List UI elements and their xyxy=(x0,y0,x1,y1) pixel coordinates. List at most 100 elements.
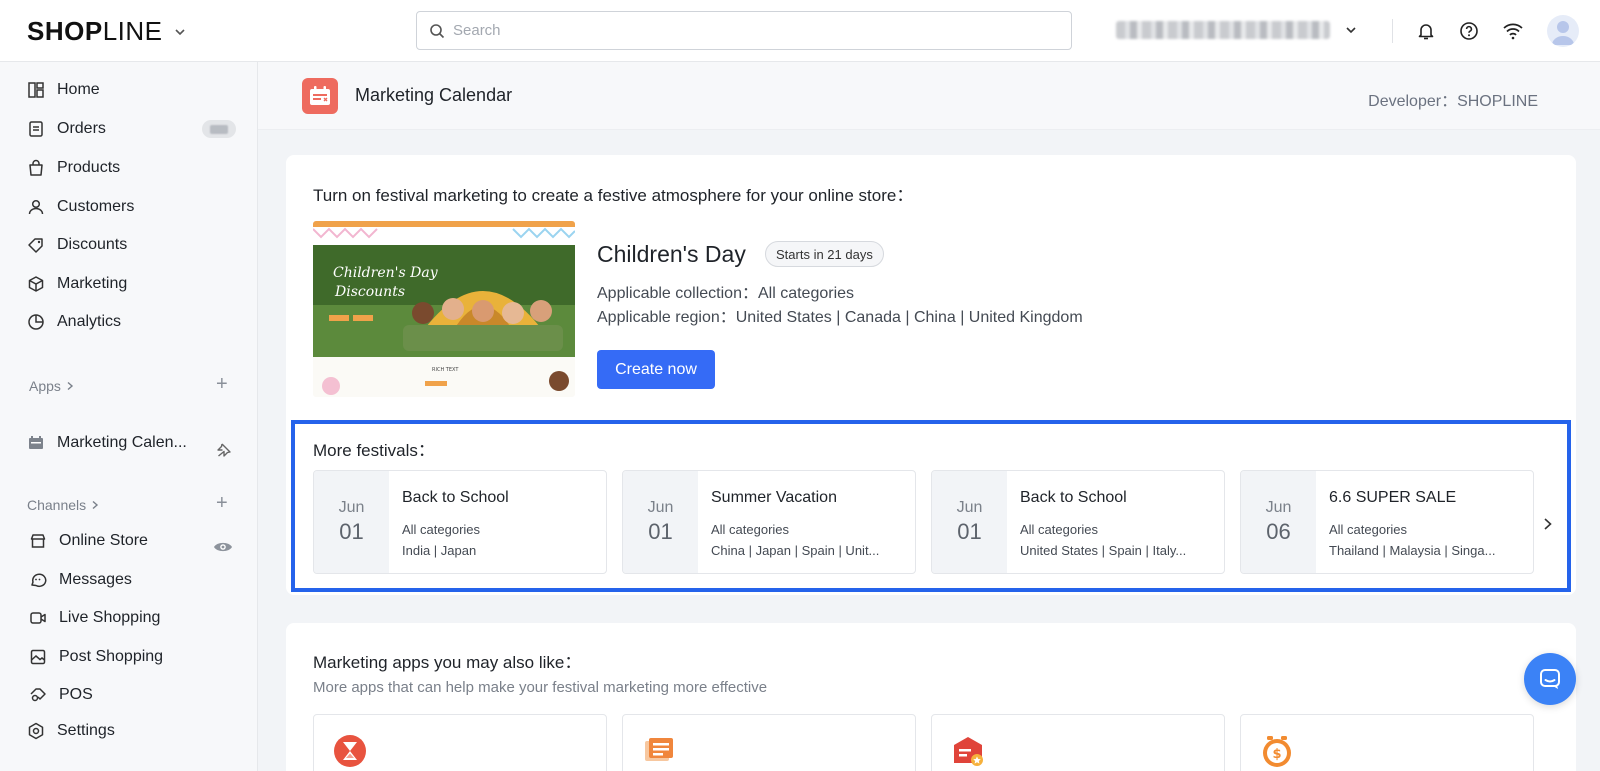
sidebar-item-online-store[interactable]: Online Store xyxy=(29,526,148,556)
more-festivals-heading: More festivals： xyxy=(313,441,435,460)
add-app-plus-icon[interactable]: + xyxy=(216,374,228,394)
festival-date: Jun 01 xyxy=(932,471,1007,573)
messages-icon xyxy=(29,571,47,589)
sidebar-item-products[interactable]: Products xyxy=(27,153,120,183)
pos-icon xyxy=(29,686,47,704)
sidebar-item-settings[interactable]: Settings xyxy=(27,716,115,746)
sidebar-item-label: POS xyxy=(59,686,93,703)
sidebar-item-label: Products xyxy=(57,159,121,176)
customers-icon xyxy=(27,198,45,216)
sidebar-item-discounts[interactable]: Discounts xyxy=(27,230,127,260)
add-channel-plus-icon[interactable]: + xyxy=(216,493,228,513)
redacted-store-name xyxy=(1116,21,1330,39)
festival-collection: All categories xyxy=(1329,522,1408,537)
festival-card[interactable]: Jun 06 6.6 SUPER SALE All categories Tha… xyxy=(1240,470,1534,574)
more-festivals-section: More festivals： Jun 01 Back to School Al… xyxy=(291,420,1571,592)
festival-region: United States | Spain | Italy... xyxy=(1020,543,1187,558)
chevron-right-icon[interactable] xyxy=(1539,515,1557,533)
applicable-region: Applicable region：United States | Canada… xyxy=(597,309,1083,326)
sidebar-item-marketing-calendar[interactable]: Marketing Calen... xyxy=(27,428,187,458)
chevron-right-icon xyxy=(67,381,73,391)
sidebar-item-analytics[interactable]: Analytics xyxy=(27,307,121,337)
app-tile[interactable] xyxy=(622,714,916,771)
sidebar-item-label: Customers xyxy=(57,198,135,215)
calendar-app-icon xyxy=(27,434,45,452)
eye-icon[interactable] xyxy=(213,540,233,559)
sidebar-item-post-shopping[interactable]: Post Shopping xyxy=(29,642,163,672)
chat-icon xyxy=(1540,669,1560,689)
marketing-apps-card: Marketing apps you may also like： More a… xyxy=(286,623,1576,771)
sidebar-item-orders[interactable]: Orders xyxy=(27,114,106,144)
news-icon xyxy=(641,733,677,769)
banner-title-line2: Discounts xyxy=(334,284,405,300)
bell-icon[interactable] xyxy=(1413,18,1439,44)
festival-region: China | Japan | Spain | Unit... xyxy=(711,543,880,558)
account-switcher[interactable] xyxy=(1116,21,1358,39)
sidebar-item-marketing[interactable]: Marketing xyxy=(27,269,127,299)
chevron-down-icon[interactable] xyxy=(173,25,187,39)
sidebar-item-label: Analytics xyxy=(57,313,122,330)
promo-heading: Turn on festival marketing to create a f… xyxy=(313,186,914,205)
chevron-right-icon xyxy=(92,500,99,510)
sidebar-item-messages[interactable]: Messages xyxy=(29,565,132,595)
app-tile[interactable]: $ xyxy=(1240,714,1534,771)
search-icon xyxy=(430,23,445,38)
banner-title-line1: Children's Day xyxy=(333,265,439,281)
sidebar-item-home[interactable]: Home xyxy=(27,75,100,105)
sidebar-item-live-shopping[interactable]: Live Shopping xyxy=(29,603,160,633)
chat-support-button[interactable] xyxy=(1524,653,1576,705)
shopline-logo[interactable]: SHOPLINE xyxy=(27,16,187,47)
festival-collection: All categories xyxy=(711,522,790,537)
applicable-collection: Applicable collection：All categories xyxy=(597,285,855,302)
sidebar-item-pos[interactable]: POS xyxy=(29,680,93,710)
sidebar-item-label: Orders xyxy=(57,120,106,137)
gear-icon xyxy=(27,722,45,740)
app-tile[interactable] xyxy=(313,714,607,771)
sidebar-item-label: Home xyxy=(57,81,100,98)
app-tile[interactable] xyxy=(931,714,1225,771)
sidebar-item-customers[interactable]: Customers xyxy=(27,192,134,222)
festival-date: Jun 06 xyxy=(1241,471,1316,573)
search-input[interactable] xyxy=(453,22,1033,39)
analytics-icon xyxy=(27,313,45,331)
sidebar-item-label: Discounts xyxy=(57,236,128,253)
festival-date: Jun 01 xyxy=(314,471,389,573)
main-content: Marketing Calendar Developer：SHOPLINE Tu… xyxy=(258,62,1600,771)
store-icon xyxy=(29,532,47,550)
post-shopping-icon xyxy=(29,648,47,666)
festival-name: 6.6 SUPER SALE xyxy=(1329,489,1457,506)
search-box[interactable] xyxy=(416,11,1072,50)
apps-heading: Marketing apps you may also like： xyxy=(313,653,582,672)
festival-region: Thailand | Malaysia | Singa... xyxy=(1329,543,1496,558)
pin-icon[interactable] xyxy=(216,442,232,463)
sidebar: Home Orders Products Customers Discounts… xyxy=(0,62,258,771)
svg-text:$: $ xyxy=(1272,747,1281,762)
festival-card[interactable]: Jun 01 Summer Vacation All categories Ch… xyxy=(622,470,916,574)
festival-region: India | Japan xyxy=(402,543,477,558)
help-icon[interactable] xyxy=(1456,18,1482,44)
wifi-icon[interactable] xyxy=(1500,18,1526,44)
logo-text: SHOPLINE xyxy=(27,16,163,46)
discounts-icon xyxy=(27,236,45,254)
sidebar-item-label: Messages xyxy=(59,571,132,588)
developer-label: Developer：SHOPLINE xyxy=(1368,93,1538,110)
home-icon xyxy=(27,81,45,99)
festival-name: Back to School xyxy=(402,489,509,506)
products-icon xyxy=(27,159,45,177)
sidebar-item-label: Marketing Calen... xyxy=(57,434,187,451)
top-bar: SHOPLINE xyxy=(0,0,1600,62)
coupon-shop-icon xyxy=(950,733,986,769)
create-now-button[interactable]: Create now xyxy=(597,350,715,389)
apps-section-label[interactable]: Apps xyxy=(29,378,75,394)
festival-card[interactable]: Jun 01 Back to School All categories Uni… xyxy=(931,470,1225,574)
festival-card[interactable]: Jun 01 Back to School All categories Ind… xyxy=(313,470,607,574)
channels-section-label[interactable]: Channels xyxy=(27,497,100,513)
avatar[interactable] xyxy=(1547,15,1579,47)
hourglass-icon xyxy=(332,733,368,769)
festival-promo-card: Turn on festival marketing to create a f… xyxy=(286,155,1576,595)
chevron-down-icon[interactable] xyxy=(1344,23,1358,37)
festival-title: Children's Day xyxy=(597,241,746,267)
page-title: Marketing Calendar xyxy=(355,85,513,105)
live-shopping-icon xyxy=(29,609,47,627)
festival-date: Jun 01 xyxy=(623,471,698,573)
